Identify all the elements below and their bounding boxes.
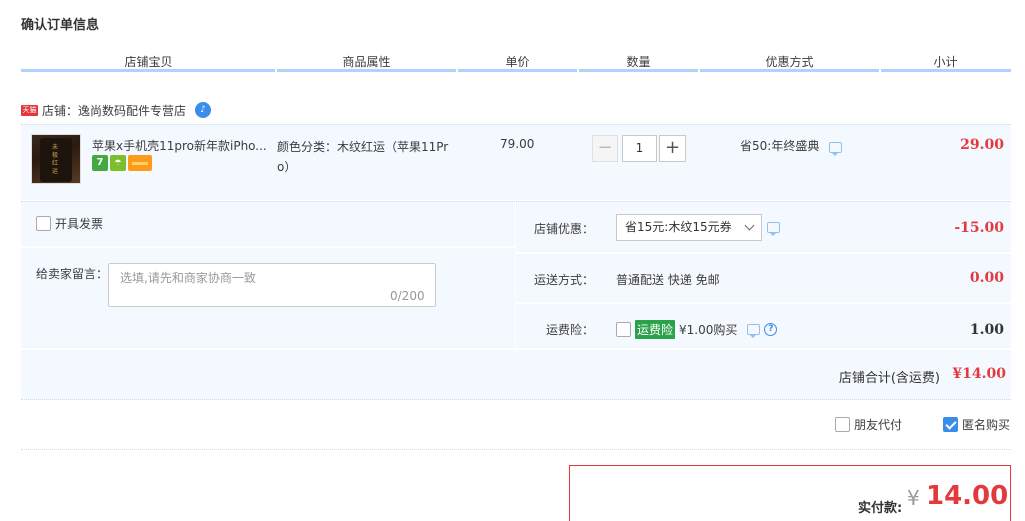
product-attribute: 颜色分类：木纹红运（苹果11Pro） [277,140,449,174]
order-item-row [21,124,1011,200]
help-icon[interactable]: ? [764,323,778,336]
message-placeholder: 选填,请先和商家协商一致 [120,271,256,285]
coupon-amount: -15.00 [954,220,1004,236]
divider [516,252,1011,254]
payment-amount: 14.00 [926,481,1009,511]
page-title: 确认订单信息 [21,18,100,33]
column-header-quantity: 数量 [626,55,651,69]
payment-label: 实付款: [858,501,903,516]
header-underline [579,69,698,72]
divider [515,201,516,349]
shop-total-amount: ¥14.00 [952,366,1006,382]
header-underline [881,69,1011,72]
divider [516,302,1011,304]
shop-name[interactable]: 店铺：逸尚数码配件专营店 [42,102,186,119]
comment-icon[interactable] [767,222,780,236]
header-underline [277,69,456,72]
friend-pay-option[interactable]: 朋友代付 [835,416,902,433]
discount-info: 省50:年终盛典 [740,137,843,156]
friend-pay-label: 朋友代付 [854,418,903,432]
unit-price: 79.00 [500,137,535,151]
insurance-price: ¥1.00购买 [679,323,738,337]
quantity-input[interactable]: 1 [622,135,657,162]
shipping-method: 普通配送 快递 免邮 [616,273,720,287]
shipping-label: 运送方式： [533,273,594,287]
chat-wangwang-icon[interactable]: ♪ [195,102,212,118]
insurance-label: 运费险： [545,323,594,337]
shipping-amount: 0.00 [969,270,1004,286]
divider [21,348,1011,350]
column-header-subtotal: 小计 [933,55,958,69]
shop-row: 天猫 店铺：逸尚数码配件专营店 ♪ [21,101,212,119]
message-label: 给卖家留言： [36,267,109,281]
anonymous-label: 匿名购买 [962,418,1011,432]
header-underline [458,69,577,72]
comment-icon[interactable] [829,142,843,156]
invoice-label: 开具发票 [55,217,104,231]
anonymous-purchase-option[interactable]: 匿名购买 [943,416,1010,433]
currency-symbol: ¥ [907,486,920,510]
column-header-price: 单价 [505,55,530,69]
friend-pay-checkbox[interactable] [835,417,850,432]
coupon-label: 店铺优惠： [533,222,594,236]
invoice-option[interactable]: 开具发票 [36,215,103,232]
message-char-count: 0/200 [390,289,425,303]
insurance-option[interactable]: 运费险 ¥1.00购买 ? [616,320,778,339]
insurance-amount: 1.00 [969,322,1004,338]
insurance-checkbox[interactable] [616,322,631,337]
product-title-link[interactable]: 苹果x手机壳11pro新年款iPho... [92,137,268,154]
header-underline [21,69,275,72]
divider [21,246,515,248]
quantity-decrease-button[interactable]: − [592,135,618,162]
service-icons: 7 ☂ [92,155,152,171]
chevron-down-icon [744,220,755,231]
credit-card-icon[interactable] [128,155,152,171]
comment-icon[interactable] [747,324,761,338]
column-header-attribute: 商品属性 [342,55,391,69]
quantity-increase-button[interactable]: + [659,135,686,162]
divider [21,449,1011,450]
coupon-select[interactable]: 省15元:木纹15元券 [616,214,762,241]
insurance-tag: 运费险 [635,320,676,339]
guarantee-icon[interactable]: ☂ [110,155,126,171]
item-subtotal: 29.00 [960,137,1004,153]
coupon-selected-value: 省15元:木纹15元券 [625,220,732,234]
anonymous-checkbox[interactable] [943,417,958,432]
product-thumbnail[interactable]: 未极红运 [31,134,81,184]
tmall-badge: 天猫 [21,104,38,116]
column-header-discount: 优惠方式 [765,55,814,69]
invoice-checkbox[interactable] [36,216,51,231]
header-underline [700,69,879,72]
column-header-item: 店铺宝贝 [124,55,173,69]
discount-label: 省50:年终盛典 [740,139,820,153]
seven-day-return-icon[interactable]: 7 [92,155,108,171]
shop-total-label: 店铺合计(含运费) [838,371,940,386]
